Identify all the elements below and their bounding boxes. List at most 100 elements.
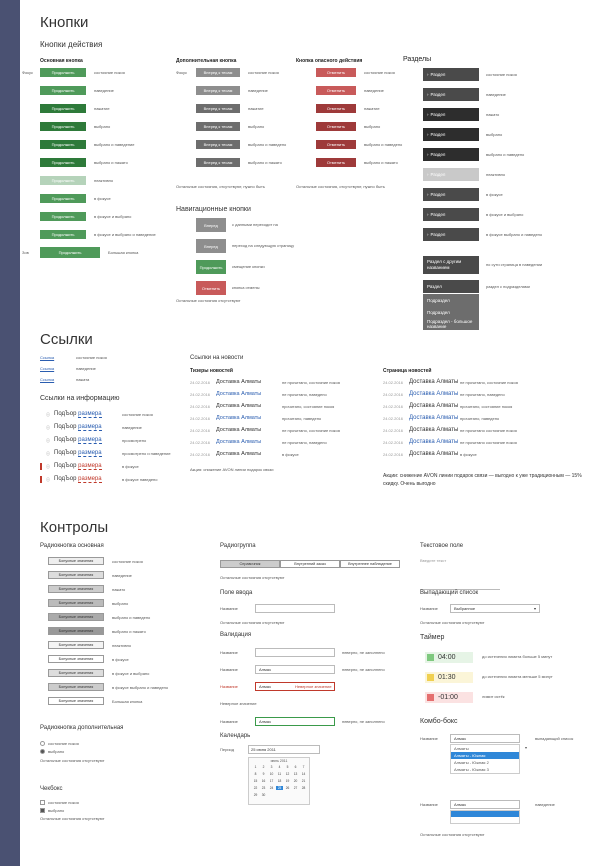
dropdown-select[interactable]: Выбранное ▾ (450, 604, 540, 613)
info-link[interactable]: ПодЪор размера (54, 437, 102, 444)
calendar-day[interactable]: 21 (300, 779, 307, 783)
radio-dot[interactable] (40, 741, 45, 746)
news-link[interactable]: Доставка Алматы (216, 379, 261, 385)
subsection-item[interactable]: Подраздел - большое название (423, 318, 479, 330)
news-link[interactable]: Доставка Алматы (409, 379, 458, 385)
calendar-day[interactable]: 18 (276, 779, 283, 783)
calendar-day[interactable]: 5 (284, 765, 291, 769)
section-button[interactable]: › Раздел (423, 68, 479, 81)
continue-button[interactable]: Продолжить (40, 68, 86, 77)
combo-option[interactable]: Алматы (451, 745, 519, 752)
section-button[interactable]: › Раздел (423, 188, 479, 201)
continue-button[interactable]: Продолжить (40, 212, 86, 221)
calendar-day[interactable]: 29 (252, 793, 259, 797)
info-link[interactable]: ПодЪор размера (54, 424, 102, 431)
calendar-day[interactable]: 17 (268, 779, 275, 783)
news-link[interactable]: Доставка Алматы (409, 391, 458, 397)
radiogroup-option[interactable]: Справочник (220, 560, 280, 568)
nav-button[interactable]: Продолжить (196, 260, 226, 274)
news-link[interactable]: Доставка Алматы (216, 415, 261, 421)
radiogroup-option[interactable]: Внутренний заказ (280, 560, 340, 568)
news-link[interactable]: Доставка Алматы (216, 427, 261, 433)
validation-input[interactable]: Алмаз (255, 717, 335, 726)
calendar-day[interactable]: 15 (252, 779, 259, 783)
nav-button[interactable]: Вперед (196, 218, 226, 232)
nav-button[interactable]: Отменить (196, 281, 226, 295)
news-link[interactable]: Доставка Алматы (409, 451, 458, 457)
section-button[interactable]: › Раздел (423, 208, 479, 221)
continue-button[interactable]: Продолжить (40, 122, 86, 131)
calendar-day[interactable]: 11 (276, 772, 283, 776)
info-link[interactable]: ПодЪор размера (54, 411, 102, 418)
radio-button[interactable]: Бонусные значения (48, 613, 104, 621)
section-menu-button[interactable]: Раздел (423, 280, 479, 293)
combo-list[interactable]: Алматы Алматы - Южная Алматы - Южная 2 Алма… (450, 744, 520, 774)
combo-option[interactable]: Алматы - Южная 3 (451, 766, 519, 773)
calendar-day[interactable]: 14 (300, 772, 307, 776)
continue-button[interactable]: Продолжить (40, 104, 86, 113)
info-link[interactable]: ПодЪор размера (54, 450, 102, 457)
calendar-day[interactable]: 6 (292, 765, 299, 769)
calendar-day[interactable]: 30 (260, 793, 267, 797)
radiogroup-option[interactable]: Внутреннее наблюдение (340, 560, 400, 568)
section-button[interactable]: › Раздел (423, 88, 479, 101)
radio-dot[interactable] (40, 749, 45, 754)
section-button[interactable]: › Раздел (423, 168, 479, 181)
forward-button[interactable]: Вперед к тесам (196, 68, 240, 77)
continue-button[interactable]: Продолжить (40, 230, 86, 239)
calendar-day[interactable]: 16 (260, 779, 267, 783)
link[interactable]: Ссылка (40, 366, 54, 371)
news-link[interactable]: Доставка Алматы (409, 403, 458, 409)
combo2-list[interactable] (450, 810, 520, 824)
textfield[interactable] (420, 570, 500, 590)
calendar-day[interactable]: 9 (260, 772, 267, 776)
calendar-day[interactable]: 13 (292, 772, 299, 776)
combo-option[interactable]: Алматы - Южная (451, 752, 519, 759)
forward-button[interactable]: Вперед к тесам (196, 104, 240, 113)
forward-button[interactable]: Вперед к тесам (196, 158, 240, 167)
section-button[interactable]: › Раздел (423, 148, 479, 161)
validation-input[interactable]: Алмаз (255, 665, 335, 674)
validation-input[interactable] (255, 648, 335, 657)
combo-input[interactable]: Алмаз (450, 734, 520, 743)
radio-button[interactable]: Бонусные значения (48, 697, 104, 705)
cancel-button[interactable]: Отменить (316, 122, 356, 131)
radio-button[interactable]: Бонусные значения (48, 557, 104, 565)
checkbox[interactable] (40, 800, 45, 805)
info-link[interactable]: ПодЪор размера (54, 476, 102, 483)
big-continue-button[interactable]: Продолжить (40, 247, 100, 258)
radio-button[interactable]: Бонусные значения (48, 683, 104, 691)
news-long-teaser[interactable]: Акция: снижение AVON линии подарок связи (190, 467, 370, 472)
calendar-day[interactable]: 7 (300, 765, 307, 769)
calendar-day[interactable]: 26 (284, 786, 291, 790)
calendar-input[interactable]: 25 июня 2011 (248, 745, 320, 754)
calendar-day[interactable]: 8 (252, 772, 259, 776)
news-link[interactable]: Доставка Алматы (409, 415, 458, 421)
combo-option[interactable]: Алматы - Южная 2 (451, 759, 519, 766)
calendar-day[interactable]: 23 (260, 786, 267, 790)
section-button[interactable]: › Раздел (423, 128, 479, 141)
section-group-button[interactable]: Раздел с другим названием (423, 256, 479, 274)
news-link[interactable]: Доставка Алматы (216, 451, 261, 457)
news-link[interactable]: Доставка Алматы (216, 403, 261, 409)
forward-button[interactable]: Вперед к тесам (196, 122, 240, 131)
radio-button[interactable]: Бонусные значения (48, 641, 104, 649)
calendar-day[interactable]: 24 (268, 786, 275, 790)
calendar-day[interactable]: 22 (252, 786, 259, 790)
continue-button[interactable]: Продолжить (40, 140, 86, 149)
radio-button[interactable]: Бонусные значения (48, 585, 104, 593)
cancel-button[interactable]: Отменить (316, 158, 356, 167)
section-button[interactable]: › Раздел (423, 228, 479, 241)
subsection-item[interactable]: Подраздел (423, 306, 479, 318)
calendar-day[interactable]: 10 (268, 772, 275, 776)
info-link[interactable]: ПодЪор размера (54, 463, 102, 470)
cancel-button[interactable]: Отменить (316, 104, 356, 113)
calendar-day[interactable]: 2 (260, 765, 267, 769)
link[interactable]: Ссылка (40, 377, 54, 382)
radio-button[interactable]: Бонусные значения (48, 571, 104, 579)
calendar-popup[interactable]: июнь 2011 1 2 3 4 5 6 7 8 9 10 11 12 13 14 15 16 17 18 19 2… (248, 757, 310, 805)
continue-button[interactable]: Продолжить (40, 194, 86, 203)
continue-button[interactable]: Продолжить (40, 86, 86, 95)
news-link[interactable]: Доставка Алматы (216, 439, 261, 445)
news-long-page[interactable]: Акции: снижение AVON линии подарок связи… (383, 472, 583, 488)
